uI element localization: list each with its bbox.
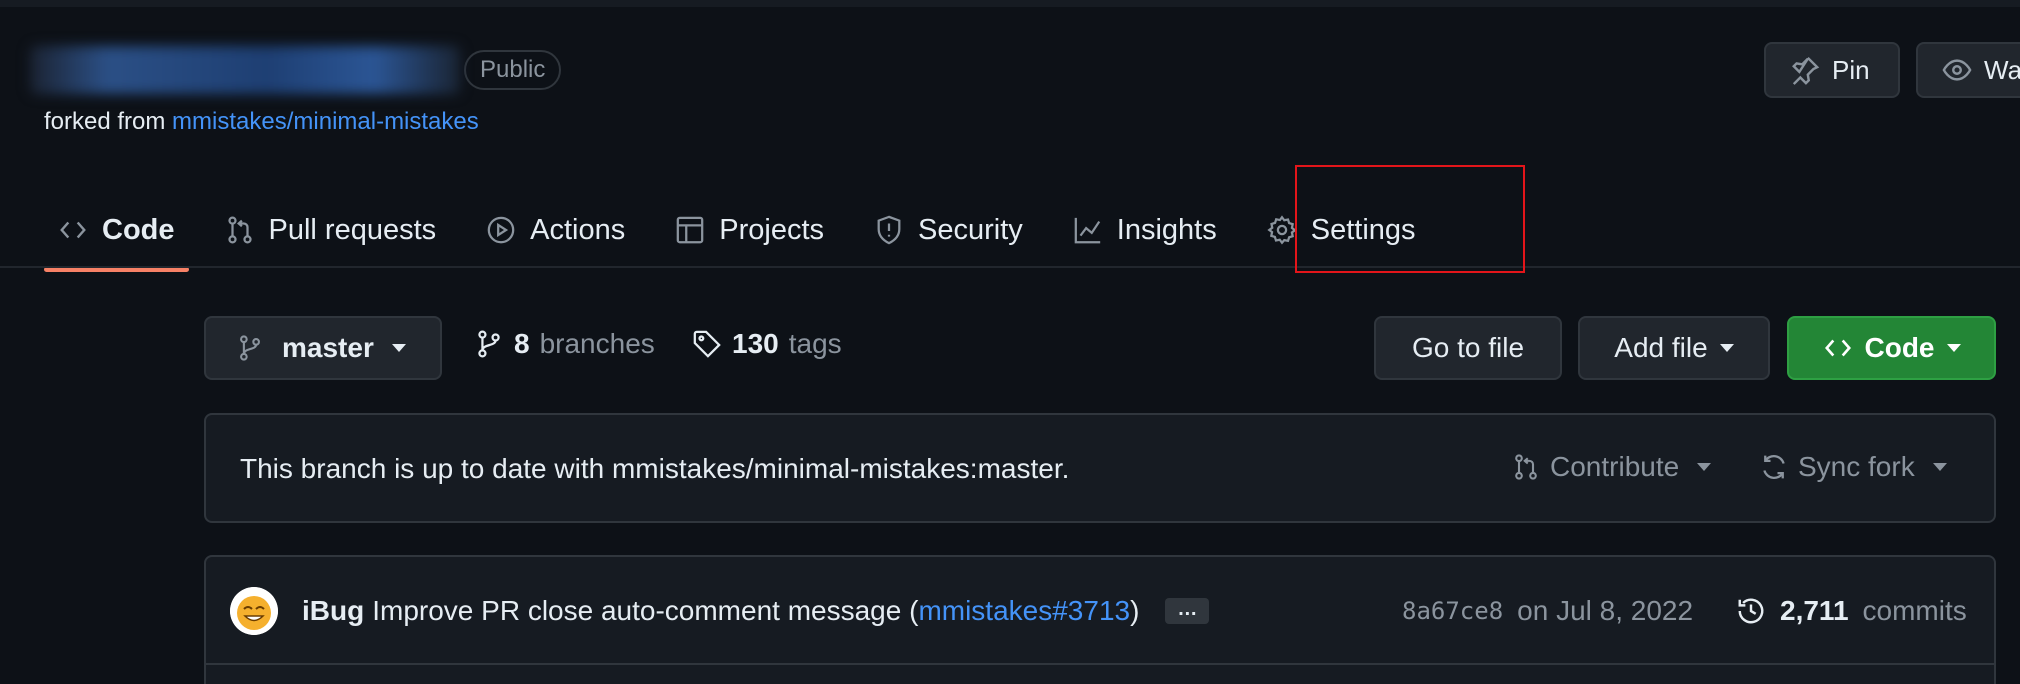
tab-security[interactable]: Security [860, 190, 1037, 270]
tab-actions[interactable]: Actions [472, 190, 639, 270]
history-icon [1738, 598, 1764, 624]
play-icon [487, 216, 515, 244]
contribute-label: Contribute [1550, 451, 1680, 482]
add-file-label: Add file [1614, 332, 1708, 363]
commit-pr-link[interactable]: mmistakes#3713 [918, 595, 1130, 626]
code-button-label: Code [1864, 332, 1935, 363]
tabs-divider [0, 266, 2020, 268]
repo-name-redacted[interactable] [30, 46, 460, 94]
commit-message-line: iBug Improve PR close auto-comment messa… [302, 595, 1210, 627]
tags-link[interactable]: 130 tags [692, 328, 842, 360]
commits-label: commits [1862, 595, 1967, 626]
pin-label: Pin [1832, 54, 1870, 85]
tab-label: Insights [1116, 213, 1217, 246]
tab-pull-requests[interactable]: Pull requests [211, 190, 451, 270]
commit-message-text: Improve PR close auto-comment message ( [372, 595, 919, 626]
tab-label: Security [918, 213, 1023, 246]
chevron-down-icon [1697, 463, 1712, 471]
gear-icon [1267, 215, 1297, 245]
top-border [0, 0, 2020, 7]
pull-request-icon [1515, 454, 1537, 480]
branches-label: branches [539, 328, 655, 359]
repo-title: Public [30, 46, 562, 94]
commit-message-end: ) [1130, 595, 1140, 626]
latest-commit-box: iBug Improve PR close auto-comment messa… [204, 555, 1996, 684]
watch-label: Wat [1984, 54, 2020, 85]
shield-icon [877, 215, 901, 245]
settings-highlight-box [1295, 165, 1525, 273]
latest-commit-header: iBug Improve PR close auto-comment messa… [206, 557, 1994, 665]
forked-prefix: forked from [44, 108, 166, 135]
tag-icon [693, 330, 721, 358]
avatar[interactable] [230, 587, 278, 635]
commit-meta: 8a67ce8 on Jul 8, 2022 [1402, 595, 1693, 627]
chevron-down-icon [1932, 463, 1947, 471]
forked-from-text: forked from mmistakes/minimal-mistakes [44, 108, 479, 136]
tab-label: Projects [719, 213, 825, 246]
sync-fork-button[interactable]: Sync fork [1760, 451, 1947, 483]
chevron-down-icon [391, 344, 406, 352]
tab-label: Actions [530, 213, 626, 246]
commit-message[interactable]: Improve PR close auto-comment message (m… [372, 595, 1139, 627]
repo-tabs: Code Pull requests Actions Projects Secu… [44, 190, 1452, 272]
tab-code[interactable]: Code [44, 190, 189, 272]
chevron-down-icon [1719, 344, 1734, 352]
sync-status-message: This branch is up to date with mmistakes… [240, 453, 1070, 484]
chevron-down-icon [1946, 344, 1961, 352]
commit-date: on Jul 8, 2022 [1517, 595, 1694, 626]
go-to-file-label: Go to file [1411, 332, 1525, 363]
table-icon [676, 216, 704, 244]
branch-selector[interactable]: master [204, 316, 442, 380]
go-to-file-button[interactable]: Go to file [1374, 316, 1562, 380]
eye-icon [1942, 59, 1972, 81]
sync-fork-label: Sync fork [1798, 451, 1915, 482]
pin-button[interactable]: Pin [1764, 42, 1900, 98]
commits-history-link[interactable]: 2,711 commits [1736, 595, 1967, 627]
tags-label: tags [788, 328, 842, 359]
graph-icon [1074, 217, 1100, 244]
branches-link[interactable]: 8 branches [474, 328, 655, 360]
expand-commit-button[interactable]: … [1165, 598, 1210, 624]
contribute-button[interactable]: Contribute [1512, 451, 1712, 483]
branches-count: 8 [514, 328, 530, 359]
fork-sync-status-box: This branch is up to date with mmistakes… [204, 413, 1996, 523]
commit-author[interactable]: iBug [302, 595, 364, 627]
code-icon [1824, 339, 1851, 357]
branch-icon [478, 330, 500, 358]
tags-count: 130 [732, 328, 779, 359]
branch-name: master [282, 332, 374, 363]
code-dropdown-button[interactable]: Code [1787, 316, 1996, 380]
commits-count: 2,711 [1780, 595, 1849, 626]
tab-insights[interactable]: Insights [1059, 190, 1231, 270]
visibility-badge: Public [464, 50, 562, 90]
forked-source-link[interactable]: mmistakes/minimal-mistakes [172, 108, 479, 135]
tab-label: Code [102, 213, 175, 246]
tab-label: Pull requests [268, 213, 437, 246]
commit-sha[interactable]: 8a67ce8 [1402, 597, 1503, 625]
pin-icon [1792, 56, 1820, 85]
pull-request-icon [227, 216, 252, 244]
sync-icon [1763, 454, 1785, 480]
code-icon [60, 221, 86, 239]
add-file-button[interactable]: Add file [1578, 316, 1770, 380]
branch-icon [240, 335, 260, 361]
tab-projects[interactable]: Projects [661, 190, 838, 270]
watch-button[interactable]: Wat [1916, 42, 2020, 98]
